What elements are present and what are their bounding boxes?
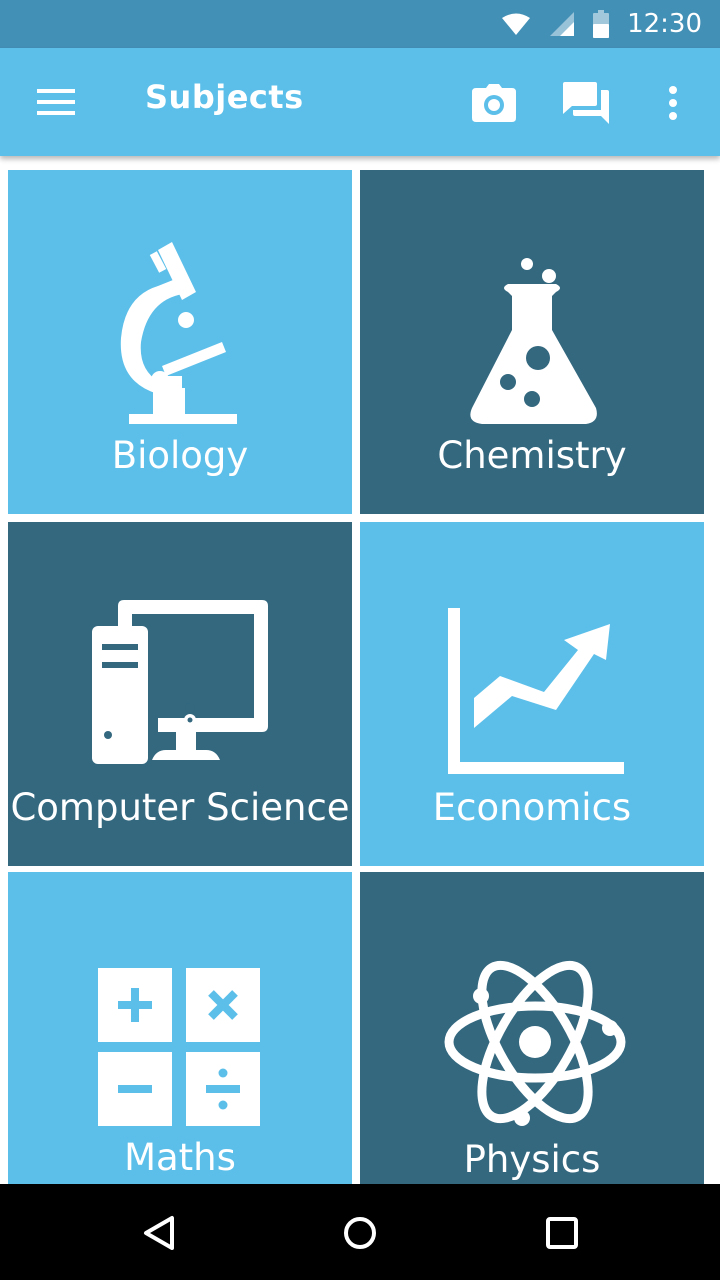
subject-label: Computer Science (10, 786, 350, 829)
subject-tile-maths[interactable]: Maths (8, 872, 352, 1184)
recents-icon (546, 1217, 578, 1249)
camera-button[interactable] (469, 78, 519, 128)
subject-label: Maths (124, 1136, 236, 1179)
subject-tile-chemistry[interactable]: Chemistry (360, 170, 704, 514)
back-button[interactable] (132, 1206, 186, 1260)
subject-tile-physics[interactable]: Physics (360, 872, 704, 1184)
home-button[interactable] (333, 1206, 387, 1260)
home-icon (344, 1217, 376, 1249)
chat-button[interactable] (561, 78, 611, 128)
subject-label: Chemistry (437, 434, 627, 477)
subject-tile-biology[interactable]: Biology (8, 170, 352, 514)
recents-button[interactable] (535, 1206, 589, 1260)
more-vert-icon (669, 86, 677, 120)
back-icon (144, 1216, 174, 1250)
subject-tile-computer-science[interactable]: Computer Science (8, 522, 352, 866)
status-bar: 12:30 (0, 0, 720, 48)
more-button[interactable] (648, 78, 698, 128)
navigation-bar (0, 1184, 720, 1280)
chat-icon (563, 82, 609, 124)
subjects-grid: Biology Chemistry Computer Science Econo… (0, 156, 720, 1184)
status-time: 12:30 (627, 9, 702, 39)
menu-button[interactable] (30, 80, 82, 124)
subject-label: Economics (432, 786, 632, 829)
cell-signal-icon (550, 12, 575, 36)
subject-label: Biology (111, 434, 249, 477)
camera-icon (472, 84, 516, 122)
page-title: Subjects (145, 78, 304, 116)
wifi-icon (502, 13, 531, 35)
subject-label: Physics (463, 1138, 601, 1181)
app-bar: Subjects (0, 48, 720, 156)
battery-icon (593, 10, 610, 38)
subject-tile-economics[interactable]: Economics (360, 522, 704, 866)
menu-icon (37, 89, 75, 115)
